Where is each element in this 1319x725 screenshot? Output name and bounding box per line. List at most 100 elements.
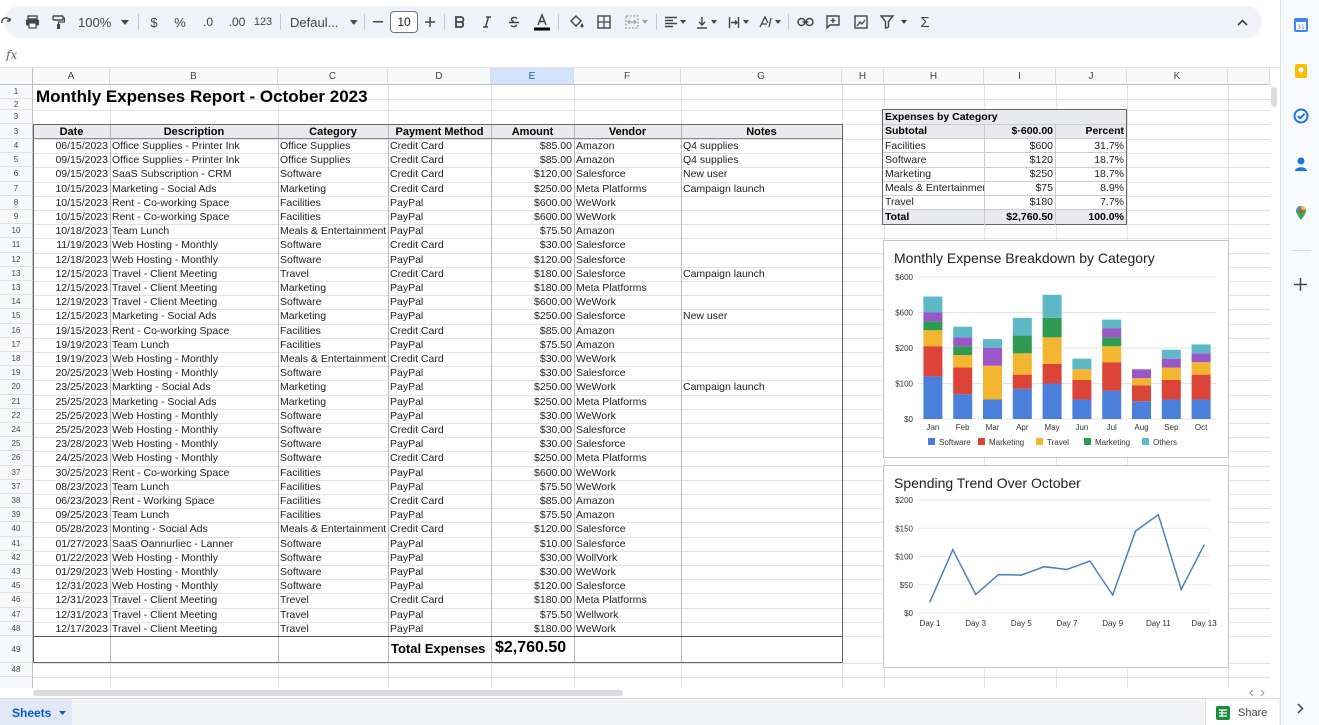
row-header[interactable]: 17 — [0, 337, 33, 352]
row-header[interactable]: 48 — [0, 663, 33, 677]
summary-amount[interactable]: $75 — [985, 181, 1055, 195]
horizontal-align-button[interactable] — [662, 8, 688, 36]
add-addon-icon[interactable] — [1292, 276, 1309, 293]
row-header[interactable]: 11 — [0, 238, 33, 253]
row-header[interactable]: 37 — [0, 479, 33, 494]
font-select[interactable]: Defaul... — [290, 8, 358, 36]
column-header[interactable]: E — [491, 68, 574, 85]
summary-category[interactable]: Travel — [883, 195, 984, 209]
row-header[interactable]: 22 — [0, 408, 33, 423]
expand-panel-icon[interactable] — [1292, 700, 1309, 717]
keep-icon[interactable] — [1292, 62, 1309, 79]
row-header[interactable]: 21 — [0, 394, 33, 409]
summary-title[interactable]: Expenses by Category — [883, 110, 1126, 124]
row-header[interactable]: 8 — [0, 195, 33, 210]
spreadsheet-grid[interactable]: ABCDEFGHHIJK 1 2 3 3 4 5 6 7 8 9 10 11 12 13 13 14 15 16 1… — [0, 68, 1270, 688]
vertical-scrollbar[interactable] — [1270, 85, 1279, 688]
summary-category[interactable]: Marketing — [883, 167, 984, 181]
summary-total-amount[interactable]: $2,760.50 — [985, 210, 1055, 224]
row-header[interactable]: 6 — [0, 167, 33, 182]
column-header[interactable]: F — [574, 68, 681, 85]
increase-decimal-button[interactable]: .00 — [224, 8, 250, 36]
row-header[interactable]: 4 — [0, 139, 33, 154]
scroll-arrows-icon[interactable] — [1247, 689, 1267, 697]
row-header[interactable]: 5 — [0, 153, 33, 168]
select-all-corner[interactable] — [0, 68, 33, 85]
row-header[interactable]: 37 — [0, 465, 33, 480]
formula-input[interactable] — [30, 48, 1230, 64]
row-header[interactable]: 20 — [0, 380, 33, 395]
summary-total-label[interactable]: Total — [883, 210, 983, 224]
column-header[interactable]: H — [842, 68, 884, 85]
row-header[interactable]: 41 — [0, 536, 33, 551]
summary-amount[interactable]: $180 — [985, 195, 1055, 209]
summary-category[interactable]: Facilities — [883, 139, 984, 153]
row-header[interactable]: 42 — [0, 550, 33, 565]
merge-cells-button[interactable] — [622, 8, 652, 36]
text-rotation-button[interactable] — [756, 8, 784, 36]
summary-category[interactable]: Software — [883, 153, 984, 167]
total-expenses-value[interactable]: $2,760.50 — [495, 639, 566, 657]
row-header[interactable]: 49 — [0, 636, 33, 663]
row-header[interactable]: 3 — [0, 124, 33, 139]
insert-comment-icon[interactable] — [822, 8, 844, 36]
row-header[interactable]: 43 — [0, 565, 33, 580]
summary-category[interactable]: Meals & Entertainment — [883, 181, 984, 195]
calendar-icon[interactable]: 31 — [1292, 16, 1309, 33]
row-header[interactable]: 13 — [0, 281, 33, 296]
zoom-select[interactable]: 100% — [78, 8, 132, 36]
stacked-bar-chart[interactable]: Monthly Expense Breakdown by Category $0… — [883, 240, 1229, 458]
row-header[interactable]: 7 — [0, 181, 33, 196]
column-header[interactable]: J — [1056, 68, 1127, 85]
tasks-icon[interactable] — [1292, 107, 1309, 124]
row-header[interactable]: 18 — [0, 352, 33, 367]
row-header[interactable]: 9 — [0, 210, 33, 225]
print-icon[interactable] — [22, 8, 42, 36]
percent-format-button[interactable]: % — [171, 8, 189, 36]
summary-percent[interactable]: 18.7% — [1056, 153, 1126, 167]
row-header[interactable]: 12 — [0, 252, 33, 267]
column-header[interactable]: B — [110, 68, 278, 85]
summary-amount[interactable]: $600 — [985, 139, 1055, 153]
row-header[interactable]: 26 — [0, 451, 33, 466]
row-header[interactable]: 10 — [0, 224, 33, 239]
summary-amount[interactable]: $120 — [985, 153, 1055, 167]
horizontal-scroll-thumb[interactable] — [33, 690, 623, 696]
line-chart[interactable]: Spending Trend Over October $0 $50 $100 $15… — [883, 465, 1229, 668]
row-header[interactable] — [0, 677, 33, 688]
contacts-icon[interactable] — [1292, 155, 1309, 172]
column-header[interactable]: I — [984, 68, 1056, 85]
text-wrapping-button[interactable] — [726, 8, 752, 36]
functions-icon[interactable]: Σ — [915, 8, 935, 36]
share-button[interactable]: Share — [1205, 699, 1279, 725]
italic-button[interactable] — [479, 8, 495, 36]
row-header[interactable]: 24 — [0, 423, 33, 438]
summary-percent[interactable]: 31.7% — [1056, 139, 1126, 153]
total-expenses-label[interactable]: Total Expenses — [391, 641, 485, 656]
maps-icon[interactable] — [1292, 204, 1309, 221]
vertical-align-button[interactable] — [694, 8, 720, 36]
row-header[interactable]: 25 — [0, 437, 33, 452]
row-header[interactable]: 13 — [0, 266, 33, 281]
column-header[interactable]: K — [1127, 68, 1228, 85]
collapse-toolbar-icon[interactable] — [1232, 8, 1252, 36]
column-header[interactable] — [1228, 68, 1270, 85]
row-header[interactable]: 38 — [0, 494, 33, 509]
summary-head-amount[interactable]: $·600.00 — [985, 124, 1055, 138]
summary-amount[interactable]: $250 — [985, 167, 1055, 181]
row-header[interactable]: 45 — [0, 579, 33, 594]
summary-head-category[interactable]: Subtotal — [883, 124, 983, 138]
more-formats-button[interactable]: 123 — [252, 8, 274, 36]
font-size-input[interactable]: 10 — [390, 11, 418, 33]
column-header[interactable]: A — [33, 68, 110, 85]
decrease-decimal-button[interactable]: .0 — [197, 8, 219, 36]
insert-link-icon[interactable] — [794, 8, 816, 36]
paint-format-icon[interactable] — [48, 8, 68, 36]
vertical-scroll-thumb[interactable] — [1271, 87, 1277, 107]
row-header[interactable]: 1 — [0, 85, 33, 99]
horizontal-scrollbar[interactable] — [33, 688, 1270, 698]
column-header[interactable]: G — [681, 68, 842, 85]
filter-button[interactable] — [878, 8, 910, 36]
row-header[interactable]: 3 — [0, 110, 33, 124]
summary-percent[interactable]: 7.7% — [1056, 195, 1126, 209]
